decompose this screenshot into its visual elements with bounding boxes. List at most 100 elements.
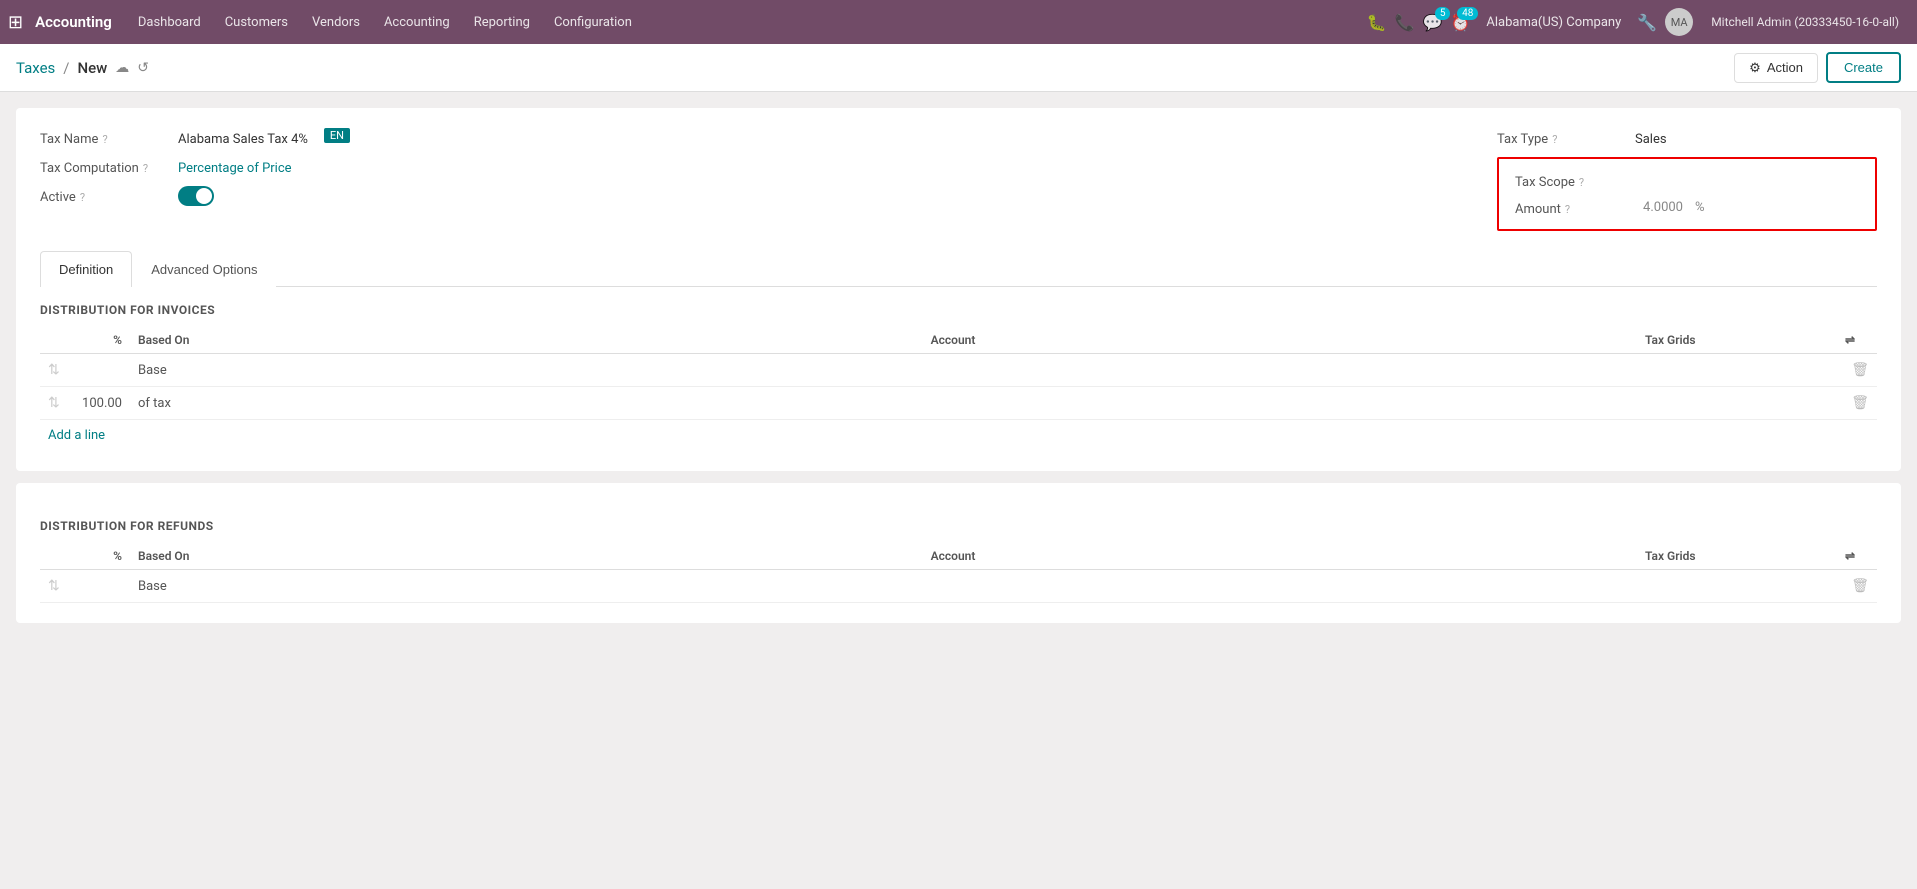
th-tax-grids-invoices: Tax Grids bbox=[1637, 327, 1837, 354]
invoices-section-title: DISTRIBUTION FOR INVOICES bbox=[40, 303, 1877, 317]
clock-icon[interactable]: ⏰ 48 bbox=[1450, 13, 1470, 32]
breadcrumb-current: New bbox=[77, 59, 107, 77]
amount-value[interactable]: 4.0000 bbox=[1603, 200, 1683, 215]
app-name[interactable]: Accounting bbox=[35, 13, 112, 31]
refund-row1-account bbox=[923, 570, 1637, 603]
th-transfer-icon-invoices: ⇌ bbox=[1837, 327, 1877, 354]
table-row: ⇅ Base 🗑 bbox=[40, 570, 1877, 603]
nav-reporting[interactable]: Reporting bbox=[464, 11, 540, 34]
tax-type-label: Tax Type ? bbox=[1497, 128, 1627, 147]
gear-icon: ⚙ bbox=[1749, 60, 1761, 76]
tab-content-definition: DISTRIBUTION FOR INVOICES % Based On Acc… bbox=[40, 303, 1877, 451]
tax-computation-value[interactable]: Percentage of Price bbox=[178, 157, 292, 176]
tax-scope-label: Tax Scope ? bbox=[1515, 171, 1595, 190]
refund-row1-tax-grids bbox=[1637, 570, 1837, 603]
main-content: Tax Name ? Alabama Sales Tax 4% EN Tax C… bbox=[0, 92, 1917, 651]
action-button[interactable]: ⚙ Action bbox=[1734, 53, 1818, 83]
invoice-row2-tax-grids bbox=[1637, 387, 1837, 420]
toggle-knob bbox=[196, 188, 212, 204]
tax-name-row: Tax Name ? Alabama Sales Tax 4% EN bbox=[40, 128, 1457, 147]
th-handle-refunds bbox=[40, 543, 70, 570]
top-navigation: ⊞ Accounting Dashboard Customers Vendors… bbox=[0, 0, 1917, 44]
delete-row1-refunds[interactable]: 🗑 bbox=[1851, 578, 1869, 594]
invoice-row2-percent: 100.00 bbox=[70, 387, 130, 420]
form-left-col: Tax Name ? Alabama Sales Tax 4% EN Tax C… bbox=[40, 128, 1457, 231]
th-based-on-invoices: Based On bbox=[130, 327, 923, 354]
settings-icon[interactable]: 🔧 bbox=[1637, 13, 1657, 32]
invoice-row1-tax-grids bbox=[1637, 354, 1837, 387]
th-transfer-icon-refunds: ⇌ bbox=[1837, 543, 1877, 570]
undo-icon[interactable]: ↺ bbox=[137, 60, 149, 76]
row-handle-refund-1[interactable]: ⇅ bbox=[48, 578, 60, 594]
nav-accounting[interactable]: Accounting bbox=[374, 11, 460, 34]
th-account-refunds: Account bbox=[923, 543, 1637, 570]
table-row: ⇅ 100.00 of tax 🗑 bbox=[40, 387, 1877, 420]
th-percent-invoices: % bbox=[70, 327, 130, 354]
tab-definition[interactable]: Definition bbox=[40, 251, 132, 287]
clock-badge: 48 bbox=[1457, 7, 1478, 20]
amount-row: Amount ? 4.0000 % bbox=[1515, 198, 1859, 217]
form-card: Tax Name ? Alabama Sales Tax 4% EN Tax C… bbox=[16, 108, 1901, 471]
lang-badge[interactable]: EN bbox=[324, 128, 350, 143]
tax-type-row: Tax Type ? Sales bbox=[1497, 128, 1877, 147]
breadcrumb-parent[interactable]: Taxes bbox=[16, 59, 55, 77]
refunds-section-title: DISTRIBUTION FOR REFUNDS bbox=[40, 519, 1877, 533]
refund-row1-percent bbox=[70, 570, 130, 603]
nav-dashboard[interactable]: Dashboard bbox=[128, 11, 211, 34]
tax-scope-row: Tax Scope ? bbox=[1515, 171, 1859, 190]
breadcrumb-separator: / bbox=[63, 59, 69, 77]
breadcrumb-bar: Taxes / New ☁ ↺ ⚙ Action Create bbox=[0, 44, 1917, 92]
tax-scope-box: Tax Scope ? Amount ? 4.0000 % bbox=[1497, 157, 1877, 231]
form-right-col: Tax Type ? Sales Tax Scope ? bbox=[1497, 128, 1877, 231]
save-cloud-icon[interactable]: ☁ bbox=[115, 60, 129, 76]
chat-badge: 5 bbox=[1435, 7, 1451, 20]
nav-configuration[interactable]: Configuration bbox=[544, 11, 642, 34]
tabs-bar: Definition Advanced Options bbox=[40, 251, 1877, 287]
active-help-icon[interactable]: ? bbox=[80, 191, 85, 204]
active-toggle[interactable] bbox=[178, 186, 214, 206]
table-row: ⇅ Base 🗑 bbox=[40, 354, 1877, 387]
tax-computation-help-icon[interactable]: ? bbox=[143, 162, 148, 175]
th-account-invoices: Account bbox=[923, 327, 1637, 354]
user-name[interactable]: Mitchell Admin (20333450-16-0-all) bbox=[1701, 11, 1909, 33]
invoice-row1-based-on[interactable]: Base bbox=[130, 354, 923, 387]
tax-computation-row: Tax Computation ? Percentage of Price bbox=[40, 157, 1457, 176]
tax-type-value[interactable]: Sales bbox=[1635, 128, 1667, 147]
row-handle-2[interactable]: ⇅ bbox=[48, 395, 60, 411]
refund-row1-based-on[interactable]: Base bbox=[130, 570, 923, 603]
tab-advanced-options[interactable]: Advanced Options bbox=[132, 251, 276, 287]
add-line-invoices[interactable]: Add a line bbox=[40, 420, 113, 451]
chat-icon[interactable]: 💬 5 bbox=[1423, 13, 1443, 32]
invoice-row1-account bbox=[923, 354, 1637, 387]
company-name: Alabama(US) Company bbox=[1486, 15, 1621, 30]
grid-icon[interactable]: ⊞ bbox=[8, 12, 23, 33]
invoices-table: % Based On Account Tax Grids ⇌ ⇅ Base bbox=[40, 327, 1877, 420]
refunds-table: % Based On Account Tax Grids ⇌ ⇅ Base 🗑 bbox=[40, 543, 1877, 603]
amount-help-icon[interactable]: ? bbox=[1565, 203, 1570, 216]
row-handle-1[interactable]: ⇅ bbox=[48, 362, 60, 378]
th-percent-refunds: % bbox=[70, 543, 130, 570]
invoice-row2-account bbox=[923, 387, 1637, 420]
tax-computation-label: Tax Computation ? bbox=[40, 157, 170, 176]
nav-vendors[interactable]: Vendors bbox=[302, 11, 370, 34]
delete-row1-invoices[interactable]: 🗑 bbox=[1851, 362, 1869, 378]
invoice-row2-based-on[interactable]: of tax bbox=[130, 387, 923, 420]
tax-type-help-icon[interactable]: ? bbox=[1552, 133, 1557, 146]
th-tax-grids-refunds: Tax Grids bbox=[1637, 543, 1837, 570]
delete-row2-invoices[interactable]: 🗑 bbox=[1851, 395, 1869, 411]
nav-customers[interactable]: Customers bbox=[215, 11, 298, 34]
bug-icon[interactable]: 🐛 bbox=[1367, 13, 1387, 32]
avatar[interactable]: MA bbox=[1665, 8, 1693, 36]
active-label: Active ? bbox=[40, 186, 170, 205]
refunds-card: DISTRIBUTION FOR REFUNDS % Based On Acco… bbox=[16, 483, 1901, 623]
tax-name-value[interactable]: Alabama Sales Tax 4% bbox=[178, 128, 308, 147]
amount-label: Amount ? bbox=[1515, 198, 1595, 217]
tax-name-help-icon[interactable]: ? bbox=[102, 133, 107, 146]
phone-icon[interactable]: 📞 bbox=[1395, 13, 1415, 32]
tax-name-label: Tax Name ? bbox=[40, 128, 170, 147]
amount-unit: % bbox=[1695, 200, 1705, 215]
tax-scope-help-icon[interactable]: ? bbox=[1579, 176, 1584, 189]
th-handle-invoices bbox=[40, 327, 70, 354]
th-based-on-refunds: Based On bbox=[130, 543, 923, 570]
create-button[interactable]: Create bbox=[1826, 52, 1901, 83]
